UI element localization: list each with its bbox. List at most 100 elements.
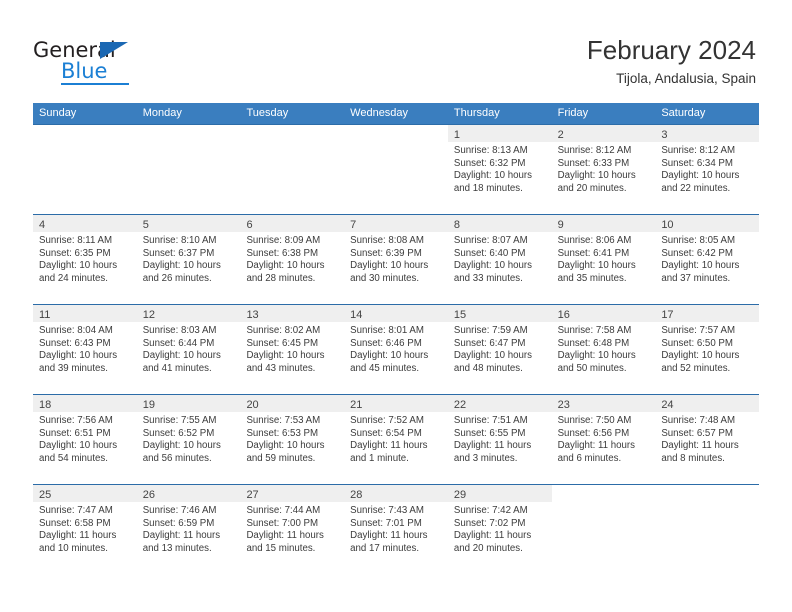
day-detail-line: Sunset: 6:51 PM [39,427,111,439]
day-number: 9 [557,219,564,231]
day-number: 19 [142,399,155,411]
day-cell[interactable]: 24 Sunrise: 7:48 AM Sunset: 6:57 PM Dayligh… [655,394,760,484]
day-cell[interactable]: 8 Sunrise: 8:07 AM Sunset: 6:40 PM Daylight… [447,214,552,304]
day-detail-line: Sunrise: 7:50 AM [557,415,632,426]
day-cell[interactable]: 14 Sunrise: 8:01 AM Sunset: 6:46 PM Dayligh… [344,304,448,394]
day-detail-line: Daylight: 10 hours [142,440,221,452]
calendar-week-row: 4 Sunrise: 8:11 AM Sunset: 6:35 PM Daylight… [33,214,760,304]
day-cell[interactable]: 26 Sunrise: 7:46 AM Sunset: 6:59 PM Dayligh… [136,484,241,574]
day-detail-line: Daylight: 11 hours [39,530,117,542]
day-number: 8 [453,219,460,231]
day-detail-line: Sunrise: 8:09 AM [246,235,321,246]
day-number: 18 [39,399,52,411]
day-number-band: 6 [240,215,345,232]
day-detail-line: and 24 minutes. [39,272,108,284]
day-detail-line: Sunset: 6:41 PM [557,247,630,259]
day-cell[interactable]: 20 Sunrise: 7:53 AM Sunset: 6:53 PM Dayligh… [240,394,345,484]
day-cell[interactable]: 17 Sunrise: 7:57 AM Sunset: 6:50 PM Dayligh… [655,304,760,394]
day-detail-line: and 33 minutes. [453,272,523,284]
day-cell[interactable]: 16 Sunrise: 7:58 AM Sunset: 6:48 PM Dayligh… [551,304,656,394]
day-detail-line: Daylight: 11 hours [453,530,532,542]
day-cell[interactable]: 13 Sunrise: 8:02 AM Sunset: 6:45 PM Dayligh… [240,304,345,394]
day-detail-line: Sunrise: 8:01 AM [350,325,424,336]
day-detail-line: Sunrise: 7:47 AM [39,505,113,516]
day-cell[interactable]: 27 Sunrise: 7:44 AM Sunset: 7:00 PM Dayligh… [240,484,345,574]
day-detail-line: Sunset: 6:47 PM [453,337,526,349]
day-details: Sunrise: 7:48 AM Sunset: 6:57 PM Daylight:… [655,412,759,465]
day-cell[interactable]: 11 Sunrise: 8:04 AM Sunset: 6:43 PM Dayligh… [33,304,137,394]
weekday-header-thursday: Thursday [453,107,500,119]
day-detail-line: and 17 minutes. [350,542,420,554]
day-cell[interactable]: 21 Sunrise: 7:52 AM Sunset: 6:54 PM Dayligh… [344,394,448,484]
day-details: Sunrise: 7:44 AM Sunset: 7:00 PM Daylight:… [240,502,344,555]
day-number-band: 3 [655,125,760,142]
day-number-band: 8 [447,215,552,232]
day-number: 20 [246,399,259,411]
day-cell[interactable]: 2 Sunrise: 8:12 AM Sunset: 6:33 PM Daylight… [551,124,656,214]
day-detail-line: Daylight: 10 hours [557,260,636,272]
day-cell-empty [136,124,241,214]
generalblue-logo[interactable]: General Blue [33,38,173,86]
day-number: 16 [557,309,570,321]
calendar-week-row: 11 Sunrise: 8:04 AM Sunset: 6:43 PM Dayligh… [33,304,760,394]
day-cell[interactable]: 29 Sunrise: 7:42 AM Sunset: 7:02 PM Dayligh… [447,484,552,574]
logo-underline [61,83,129,85]
logo-triangle-icon [100,42,128,59]
day-detail-line: Sunset: 6:46 PM [350,337,422,349]
day-details: Sunrise: 7:46 AM Sunset: 6:59 PM Daylight:… [137,502,241,555]
day-detail-line: Daylight: 10 hours [453,350,532,362]
day-cell[interactable]: 15 Sunrise: 7:59 AM Sunset: 6:47 PM Dayligh… [447,304,552,394]
calendar-weeks: 1 Sunrise: 8:13 AM Sunset: 6:32 PM Daylight… [33,124,760,574]
day-cell[interactable]: 10 Sunrise: 8:05 AM Sunset: 6:42 PM Dayligh… [655,214,760,304]
day-cell[interactable]: 19 Sunrise: 7:55 AM Sunset: 6:52 PM Dayligh… [136,394,241,484]
day-number: 23 [557,399,570,411]
day-number: 11 [39,309,51,321]
day-cell-empty [655,484,760,574]
day-detail-line: Daylight: 10 hours [350,260,429,272]
day-details: Sunrise: 8:11 AM Sunset: 6:35 PM Daylight:… [33,232,137,285]
day-cell[interactable]: 7 Sunrise: 8:08 AM Sunset: 6:39 PM Daylight… [344,214,448,304]
day-cell[interactable]: 25 Sunrise: 7:47 AM Sunset: 6:58 PM Dayligh… [33,484,137,574]
day-details: Sunrise: 8:10 AM Sunset: 6:37 PM Daylight:… [137,232,241,285]
day-cell[interactable]: 6 Sunrise: 8:09 AM Sunset: 6:38 PM Daylight… [240,214,345,304]
day-cell[interactable]: 23 Sunrise: 7:50 AM Sunset: 6:56 PM Dayligh… [551,394,656,484]
day-detail-line: Daylight: 10 hours [246,350,325,362]
day-cell[interactable]: 22 Sunrise: 7:51 AM Sunset: 6:55 PM Dayligh… [447,394,552,484]
day-details: Sunrise: 7:43 AM Sunset: 7:01 PM Daylight:… [344,502,448,555]
weekday-header-monday: Monday [142,107,182,119]
day-detail-line: Sunrise: 7:55 AM [142,415,217,426]
day-detail-line: and 30 minutes. [350,272,420,284]
day-cell[interactable]: 3 Sunrise: 8:12 AM Sunset: 6:34 PM Daylight… [655,124,760,214]
day-detail-line: Sunrise: 8:13 AM [453,145,528,156]
day-cell[interactable]: 28 Sunrise: 7:43 AM Sunset: 7:01 PM Dayligh… [344,484,448,574]
day-cell-empty [33,124,137,214]
day-details: Sunrise: 8:05 AM Sunset: 6:42 PM Daylight:… [655,232,759,285]
calendar-week-row: 25 Sunrise: 7:47 AM Sunset: 6:58 PM Dayligh… [33,484,760,574]
day-number: 13 [246,309,259,321]
calendar-page: General Blue February 2024 Tijola, Andal… [0,0,792,612]
day-cell[interactable]: 1 Sunrise: 8:13 AM Sunset: 6:32 PM Daylight… [447,124,552,214]
day-cell-empty [240,124,345,214]
day-number-band: 9 [551,215,656,232]
day-detail-line: Daylight: 10 hours [661,170,740,182]
day-detail-line: Sunset: 6:54 PM [350,427,422,439]
weekday-header-wednesday: Wednesday [350,107,409,119]
day-detail-line: Daylight: 10 hours [39,440,118,452]
day-detail-line: Sunrise: 7:52 AM [350,415,424,426]
day-detail-line: Sunrise: 8:07 AM [453,235,528,246]
day-cell[interactable]: 4 Sunrise: 8:11 AM Sunset: 6:35 PM Daylight… [33,214,137,304]
day-details: Sunrise: 8:01 AM Sunset: 6:46 PM Daylight:… [344,322,448,375]
day-details: Sunrise: 7:51 AM Sunset: 6:55 PM Daylight:… [448,412,552,465]
day-cell[interactable]: 12 Sunrise: 8:03 AM Sunset: 6:44 PM Dayligh… [136,304,241,394]
day-detail-line: Sunrise: 8:06 AM [557,235,632,246]
day-detail-line: Sunrise: 7:53 AM [246,415,321,426]
day-number: 7 [350,219,357,231]
day-number: 12 [142,309,155,321]
day-cell[interactable]: 18 Sunrise: 7:56 AM Sunset: 6:51 PM Dayligh… [33,394,137,484]
day-detail-line: and 59 minutes. [246,452,316,464]
day-number: 3 [661,129,668,141]
day-cell[interactable]: 9 Sunrise: 8:06 AM Sunset: 6:41 PM Daylight… [551,214,656,304]
day-cell[interactable]: 5 Sunrise: 8:10 AM Sunset: 6:37 PM Daylight… [136,214,241,304]
day-detail-line: Daylight: 10 hours [142,260,221,272]
day-cell-empty [551,484,656,574]
